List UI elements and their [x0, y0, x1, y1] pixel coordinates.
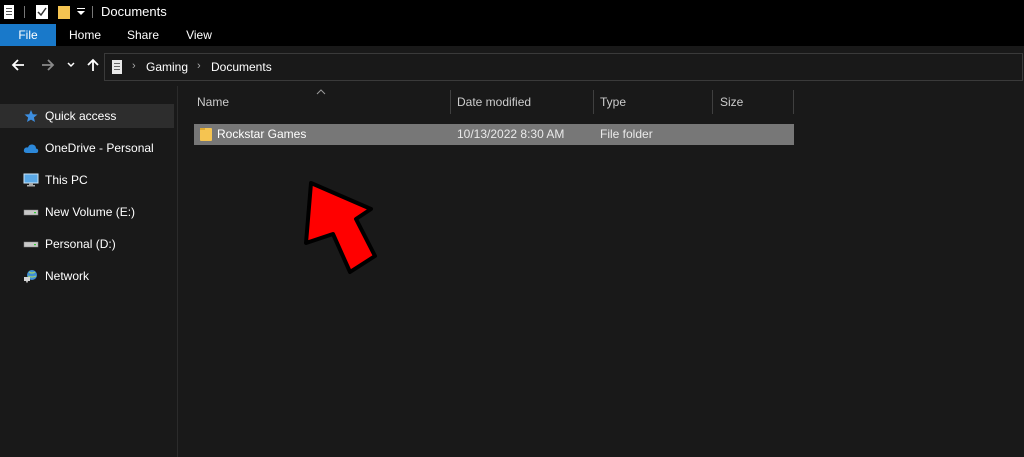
file-date-modified: 10/13/2022 8:30 AM — [457, 127, 565, 141]
breadcrumb-gaming[interactable]: Gaming — [146, 60, 188, 74]
checkmark-icon[interactable] — [35, 4, 49, 20]
column-header-size[interactable]: Size — [720, 89, 790, 115]
sidebar-item-onedrive[interactable]: OneDrive - Personal — [0, 136, 174, 160]
star-icon — [24, 110, 38, 122]
column-divider[interactable] — [593, 90, 594, 114]
tab-view[interactable]: View — [180, 24, 218, 46]
file-type: File folder — [600, 127, 653, 141]
tab-home[interactable]: Home — [63, 24, 107, 46]
column-header-date-modified[interactable]: Date modified — [457, 89, 587, 115]
column-header-type[interactable]: Type — [600, 89, 710, 115]
back-arrow-icon[interactable] — [11, 58, 25, 72]
customize-toolbar-icon[interactable] — [76, 7, 86, 17]
column-divider[interactable] — [712, 90, 713, 114]
forward-arrow-icon[interactable] — [41, 58, 55, 72]
title-divider — [24, 6, 25, 18]
folder-icon — [200, 128, 212, 141]
window-title: Documents — [101, 4, 167, 19]
network-icon — [24, 270, 37, 283]
title-divider — [92, 6, 93, 18]
breadcrumb-separator[interactable]: › — [197, 60, 201, 72]
ribbon: File Home Share View — [0, 24, 1024, 46]
tab-share[interactable]: Share — [122, 24, 164, 46]
properties-icon[interactable] — [3, 4, 15, 20]
file-row-rockstar-games[interactable]: Rockstar Games 10/13/2022 8:30 AM File f… — [194, 124, 794, 145]
column-divider[interactable] — [793, 90, 794, 114]
title-bar: Documents — [0, 0, 1024, 24]
drive-icon — [23, 241, 39, 248]
sidebar-item-network[interactable]: Network — [0, 264, 174, 288]
recent-locations-chevron-icon[interactable] — [67, 62, 75, 68]
new-folder-icon[interactable] — [57, 4, 71, 20]
navigation-bar: › Gaming › Documents — [0, 46, 1024, 86]
tab-file[interactable]: File — [0, 24, 56, 46]
sidebar-item-personal-d[interactable]: Personal (D:) — [0, 232, 174, 256]
navigation-pane: Quick access OneDrive - Personal This PC… — [0, 86, 178, 457]
sidebar-item-new-volume-e[interactable]: New Volume (E:) — [0, 200, 174, 224]
breadcrumb-documents[interactable]: Documents — [211, 60, 272, 74]
drive-icon — [23, 209, 39, 216]
address-bar[interactable]: › Gaming › Documents — [104, 53, 1023, 81]
breadcrumb-separator[interactable]: › — [132, 60, 136, 72]
file-name: Rockstar Games — [217, 127, 307, 141]
cloud-icon — [23, 144, 39, 153]
sidebar-item-this-pc[interactable]: This PC — [0, 168, 174, 192]
documents-icon — [112, 60, 122, 74]
monitor-icon — [23, 173, 39, 187]
column-header-name[interactable]: Name — [197, 89, 447, 115]
up-arrow-icon[interactable] — [86, 58, 100, 72]
sidebar-item-quick-access[interactable]: Quick access — [0, 104, 174, 128]
red-arrow-annotation-icon — [304, 181, 377, 274]
column-divider[interactable] — [450, 90, 451, 114]
